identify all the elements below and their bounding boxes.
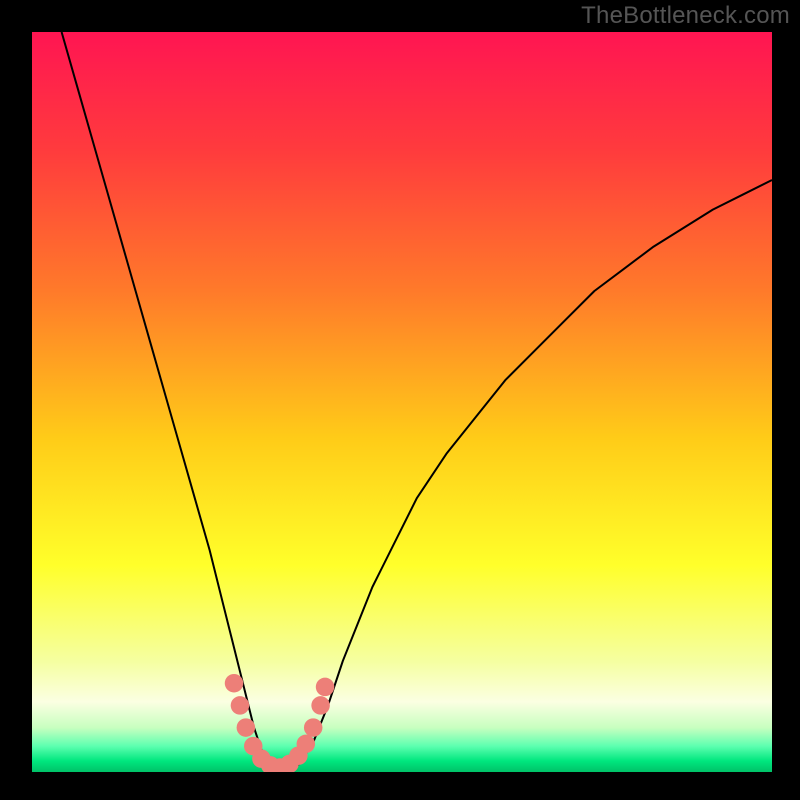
plot-area xyxy=(32,32,772,772)
optimal-point-marker xyxy=(225,674,244,693)
optimal-point-marker xyxy=(311,696,330,715)
chart-svg xyxy=(32,32,772,772)
watermark-text: TheBottleneck.com xyxy=(581,2,790,30)
optimal-point-marker xyxy=(237,718,256,737)
chart-frame: TheBottleneck.com xyxy=(0,0,800,800)
optimal-point-marker xyxy=(297,735,316,754)
optimal-point-marker xyxy=(304,718,323,737)
optimal-point-marker xyxy=(231,696,250,715)
chart-background xyxy=(32,32,772,772)
optimal-point-marker xyxy=(316,678,335,697)
